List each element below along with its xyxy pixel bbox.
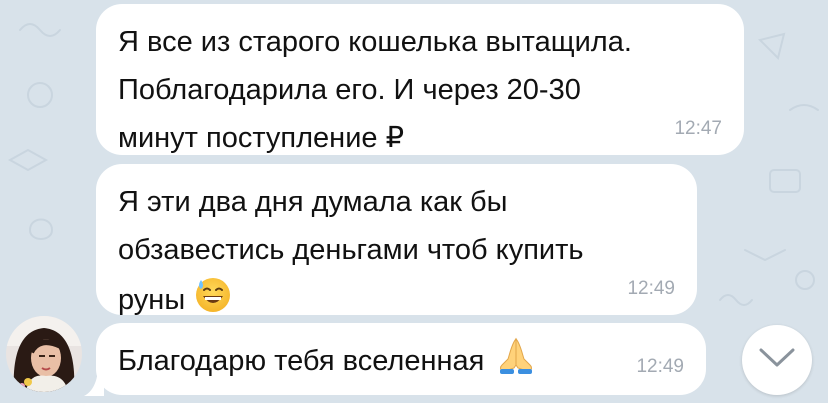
message-timestamp: 12:49 xyxy=(627,278,675,299)
scroll-to-bottom-button[interactable] xyxy=(742,325,812,395)
message-bubble[interactable]: Я все из старого кошелька вытащила. Побл… xyxy=(96,4,744,155)
message-bubble[interactable]: Я эти два дня думала как бы обзавестись … xyxy=(96,164,697,317)
message-timestamp: 12:49 xyxy=(636,356,684,377)
folded-hands-emoji xyxy=(494,335,538,390)
grinning-face-with-sweat-emoji xyxy=(193,274,233,329)
message-text: Я все из старого кошелька вытащила. Побл… xyxy=(118,26,632,154)
message-timestamp: 12:47 xyxy=(674,118,722,139)
message-text: Я эти два дня думала как бы обзавестись … xyxy=(118,186,584,317)
chevron-down-icon xyxy=(758,346,796,375)
avatar[interactable] xyxy=(6,316,82,392)
message-text: Благодарю тебя вселенная xyxy=(118,345,485,378)
message-bubble[interactable]: Благодарю тебя вселенная 12:49 xyxy=(96,323,706,395)
